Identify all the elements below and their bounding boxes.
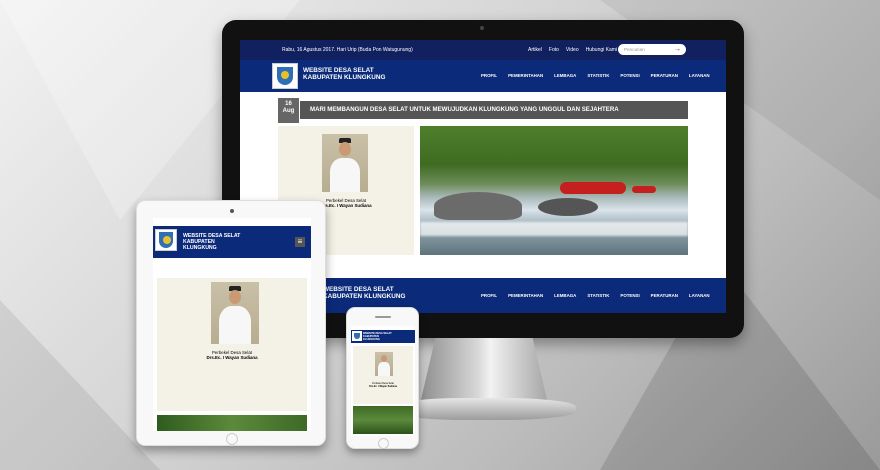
menu-pemerintahan[interactable]: PEMERINTAHAN (508, 73, 543, 78)
link-hubungi-kami[interactable]: Hubungi Kami (586, 47, 617, 53)
top-links: Artikel Foto Video Hubungi Kami (528, 47, 617, 53)
phone-forest-photo (353, 406, 413, 434)
link-artikel[interactable]: Artikel (528, 47, 542, 53)
main-navbar: WEBSITE DESA SELAT KABUPATEN KLUNGKUNG P… (240, 60, 726, 92)
official-photo (375, 352, 393, 376)
footer-menu: PROFIL PEMERINTAHAN LEMBAGA STATISTIK PO… (481, 293, 710, 298)
brand-line2: KABUPATEN KLUNGKUNG (303, 74, 386, 81)
tablet-device: WEBSITE DESA SELAT KABUPATEN KLUNGKUNG ≡… (136, 200, 326, 446)
phone-profile-caption: Perbekel Desa Selat Drs.Ec. I Wayan Sudi… (357, 382, 409, 388)
logo-icon[interactable] (155, 229, 177, 251)
logo-icon[interactable] (272, 63, 298, 89)
phone-brand[interactable]: WEBSITE DESA SELAT KABUPATEN KLUNGKUNG (363, 332, 392, 341)
phone-home-button[interactable] (378, 438, 389, 449)
tablet-profile-card: Perbekel Desa Selat Drs.Ec. I Wayan Sudi… (157, 278, 307, 411)
phone-navbar: WEBSITE DESA SELAT KABUPATEN KLUNGKUNG (351, 330, 415, 343)
tablet-screen: WEBSITE DESA SELAT KABUPATEN KLUNGKUNG ≡… (153, 218, 311, 431)
menu-layanan[interactable]: LAYANAN (689, 73, 710, 78)
menu-lembaga[interactable]: LEMBAGA (554, 293, 576, 298)
phone-speaker (375, 316, 391, 318)
date-day: 16 (285, 101, 292, 107)
profile-name: Drs.Ec. I Wayan Sudiana (206, 355, 258, 360)
tablet-brand-line3: KLUNGKUNG (183, 245, 217, 251)
tablet-navbar: WEBSITE DESA SELAT KABUPATEN KLUNGKUNG ≡ (153, 226, 311, 258)
official-photo (211, 282, 259, 344)
rafting-photo (420, 126, 688, 255)
headline-bar: 16 Aug MARI MEMBANGUN DESA SELAT UNTUK M… (278, 98, 688, 123)
footer-brand-line1: WEBSITE DESA SELAT (323, 286, 394, 293)
menu-peraturan[interactable]: PERATURAN (651, 293, 678, 298)
menu-lembaga[interactable]: LEMBAGA (554, 73, 576, 78)
site-brand[interactable]: WEBSITE DESA SELAT KABUPATEN KLUNGKUNG (303, 67, 385, 81)
menu-potensi[interactable]: POTENSI (620, 293, 639, 298)
date-month: Aug (282, 108, 295, 114)
camera-dot (480, 26, 484, 30)
monitor-base (392, 398, 576, 420)
footer-brand-line2: KABUPATEN KLUNGKUNG (323, 293, 406, 300)
link-video[interactable]: Video (566, 47, 579, 53)
menu-statistik[interactable]: STATISTIK (587, 293, 609, 298)
date-badge: 16 Aug (278, 98, 299, 123)
footer-brand[interactable]: WEBSITE DESA SELAT KABUPATEN KLUNGKUNG (323, 286, 405, 300)
profile-name: Drs.Ec. I Wayan Sudiana (369, 385, 397, 388)
menu-layanan[interactable]: LAYANAN (689, 293, 710, 298)
tablet-forest-photo (157, 415, 307, 431)
phone-screen: WEBSITE DESA SELAT KABUPATEN KLUNGKUNG P… (351, 326, 415, 436)
tablet-brand[interactable]: WEBSITE DESA SELAT KABUPATEN KLUNGKUNG (183, 233, 240, 251)
menu-pemerintahan[interactable]: PEMERINTAHAN (508, 293, 543, 298)
phone-brand-line3: KLUNGKUNG (363, 338, 380, 341)
hamburger-icon[interactable]: ≡ (295, 237, 305, 247)
headline-title[interactable]: MARI MEMBANGUN DESA SELAT UNTUK MEWUJUDK… (300, 101, 688, 119)
search-placeholder: Pencarian (624, 47, 645, 52)
link-foto[interactable]: Foto (549, 47, 559, 53)
date-text: Rabu, 16 Agustus 2017. Hari Urip (Buda P… (282, 47, 413, 53)
brand-line1: WEBSITE DESA SELAT (303, 67, 374, 74)
menu-peraturan[interactable]: PERATURAN (651, 73, 678, 78)
menu-statistik[interactable]: STATISTIK (587, 73, 609, 78)
menu-profil[interactable]: PROFIL (481, 73, 497, 78)
tablet-camera (230, 209, 234, 213)
monitor-stand (420, 338, 548, 404)
menu-potensi[interactable]: POTENSI (620, 73, 639, 78)
top-bar: Rabu, 16 Agustus 2017. Hari Urip (Buda P… (240, 40, 726, 60)
phone-device: WEBSITE DESA SELAT KABUPATEN KLUNGKUNG P… (346, 307, 419, 449)
tablet-home-button[interactable] (226, 433, 238, 445)
logo-icon[interactable] (352, 331, 362, 341)
menu-profil[interactable]: PROFIL (481, 293, 497, 298)
main-menu: PROFIL PEMERINTAHAN LEMBAGA STATISTIK PO… (481, 73, 710, 78)
tablet-profile-caption: Perbekel Desa Selat Drs.Ec. I Wayan Sudi… (177, 350, 287, 360)
phone-profile-card: Perbekel Desa Selat Drs.Ec. I Wayan Sudi… (353, 346, 413, 404)
arrow-right-icon[interactable]: → (674, 44, 681, 55)
search-input[interactable]: Pencarian → (618, 44, 686, 55)
official-photo (322, 134, 368, 192)
